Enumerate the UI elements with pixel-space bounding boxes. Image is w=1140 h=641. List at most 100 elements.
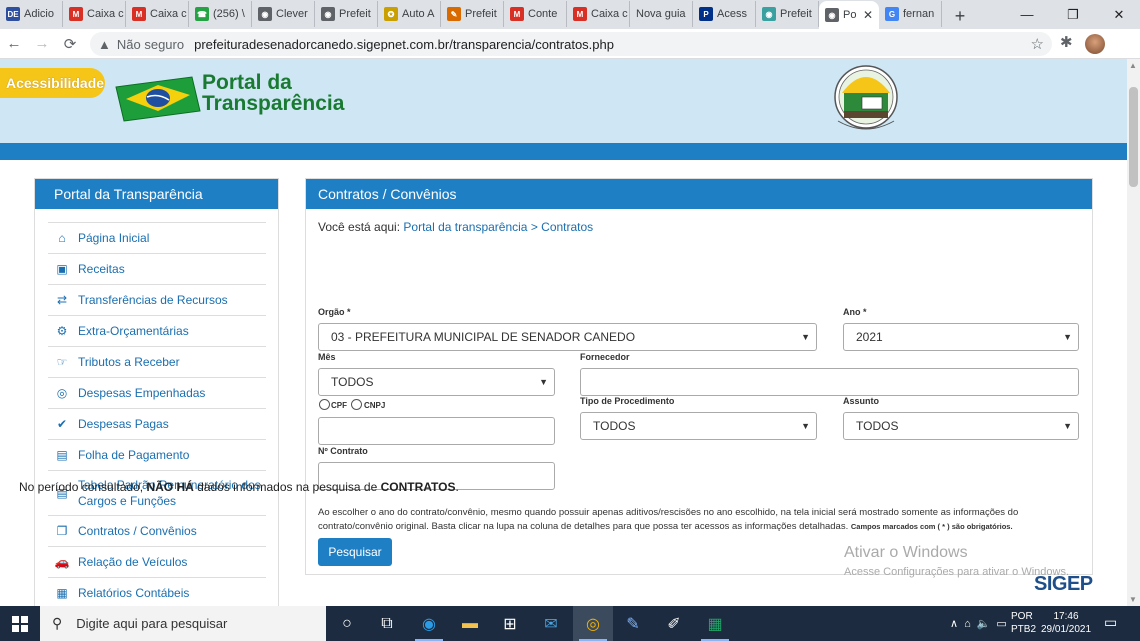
chevron-up-icon[interactable]: ∧: [950, 617, 958, 630]
excel-icon[interactable]: ▦: [695, 606, 735, 641]
tipo-procedimento-select[interactable]: TODOS ▼: [580, 412, 817, 440]
language-indicator[interactable]: POR PTB2: [1011, 610, 1036, 636]
new-tab-button[interactable]: +: [946, 3, 974, 29]
windows-taskbar: ⚲ Digite aqui para pesquisar ○ ⧉ ◉ ▬ ⊞ ✉…: [0, 606, 1140, 641]
edge-icon[interactable]: ◉: [409, 606, 449, 641]
task-view-icon[interactable]: ⧉: [367, 606, 407, 641]
omnibox[interactable]: ▲ Não seguro prefeituradesenadorcanedo.s…: [90, 32, 1052, 56]
sidebar-item-label: Despesas Pagas: [78, 417, 169, 431]
ano-select[interactable]: 2021 ▼: [843, 323, 1079, 351]
sidebar-item[interactable]: ⌂ Página Inicial: [48, 222, 266, 253]
notifications-icon[interactable]: ▭: [1104, 614, 1117, 631]
cnpj-label: CNPJ: [364, 401, 386, 410]
sidebar-item[interactable]: ⇄ Transferências de Recursos: [48, 284, 266, 315]
browser-tab[interactable]: M Conte: [504, 1, 567, 27]
cortana-icon[interactable]: ○: [327, 606, 367, 641]
sidebar-title: Portal da Transparência: [35, 179, 278, 209]
warning-icon[interactable]: ▲: [98, 37, 111, 52]
browser-tab-label: Auto A: [402, 8, 435, 20]
hand-icon: ☞: [56, 355, 68, 369]
sidebar-item[interactable]: ◎ Despesas Empenhadas: [48, 377, 266, 408]
battery-icon[interactable]: ▭: [996, 617, 1006, 630]
result-message: No período consultado, NÃO HÁ dados info…: [19, 480, 459, 494]
sidebar-item[interactable]: 🚗 Relação de Veículos: [48, 546, 266, 577]
cpf-label: CPF: [331, 401, 347, 410]
sidebar-item[interactable]: ⚙ Extra-Orçamentárias: [48, 315, 266, 346]
reload-icon[interactable]: ⟳: [56, 35, 84, 53]
sidebar-item[interactable]: ❐ Contratos / Convênios: [48, 515, 266, 546]
sidebar-item[interactable]: ▦ Relatórios Contábeis: [48, 577, 266, 606]
browser-tab-label: fernan: [903, 8, 935, 20]
back-icon[interactable]: ←: [0, 35, 28, 52]
orgao-select[interactable]: 03 - PREFEITURA MUNICIPAL DE SENADOR CAN…: [318, 323, 817, 351]
bookmark-star-icon[interactable]: ☆: [1031, 35, 1044, 53]
fornecedor-input[interactable]: [580, 368, 1079, 396]
browser-tab[interactable]: M Caixa c: [126, 1, 189, 27]
browser-tab[interactable]: P Acess: [693, 1, 756, 27]
accessibility-button[interactable]: Acessibilidade: [0, 68, 105, 98]
home-icon: ⌂: [58, 231, 66, 245]
cnpj-radio[interactable]: [351, 399, 362, 410]
profile-avatar[interactable]: [1085, 34, 1105, 54]
network-icon[interactable]: ⌂: [964, 618, 971, 630]
store-icon[interactable]: ⊞: [490, 606, 530, 641]
browser-tab-label: Acess: [717, 8, 747, 20]
browser-tab[interactable]: ☎ (256) \: [189, 1, 252, 27]
volume-icon[interactable]: 🔈: [977, 617, 991, 630]
orgao-select-value: 03 - PREFEITURA MUNICIPAL DE SENADOR CAN…: [331, 330, 636, 344]
browser-tab[interactable]: ◉ Prefeit: [315, 1, 378, 27]
vertical-scrollbar[interactable]: ▲ ▼: [1127, 59, 1140, 606]
breadcrumb: Você está aqui: Portal da transparência …: [318, 220, 593, 234]
sidebar-item-label: Relatórios Contábeis: [78, 586, 190, 600]
minimize-button[interactable]: —: [1004, 0, 1050, 29]
browser-tab[interactable]: M Caixa c: [567, 1, 630, 27]
browser-tab[interactable]: ✎ Prefeit: [441, 1, 504, 27]
clock[interactable]: 17:46 29/01/2021: [1041, 610, 1091, 636]
browser-tab[interactable]: ✪ Auto A: [378, 1, 441, 27]
maximize-button[interactable]: ❐: [1050, 0, 1096, 29]
scroll-down-icon[interactable]: ▼: [1129, 595, 1137, 604]
browser-tab[interactable]: ◉ Po ✕: [819, 1, 879, 29]
sidebar-item-label: Despesas Empenhadas: [78, 386, 206, 400]
notepad-icon[interactable]: ✎: [613, 606, 653, 641]
required-fields-note: Campos marcados com ( * ) são obrigatóri…: [850, 522, 1013, 531]
insecure-label[interactable]: Não seguro: [117, 37, 184, 52]
chevron-down-icon: ▼: [1063, 421, 1072, 431]
gear-icon: ⚙: [56, 324, 68, 338]
start-button[interactable]: [0, 606, 40, 641]
search-button[interactable]: Pesquisar: [318, 538, 392, 566]
paint-icon[interactable]: ✐: [654, 606, 694, 641]
scroll-up-icon[interactable]: ▲: [1129, 61, 1137, 70]
mail-icon[interactable]: ✉: [531, 606, 571, 641]
breadcrumb-link[interactable]: Portal da transparência > Contratos: [403, 220, 593, 234]
browser-tab[interactable]: ◉ Prefeit: [756, 1, 819, 27]
main-panel: Contratos / Convênios Você está aqui: Po…: [305, 178, 1093, 575]
browser-tab[interactable]: Gfernan: [879, 1, 942, 27]
file-explorer-icon[interactable]: ▬: [450, 606, 490, 641]
sidebar-item[interactable]: ▤ Folha de Pagamento: [48, 439, 266, 470]
paypal-icon: P: [699, 7, 713, 21]
tipo-procedimento-value: TODOS: [593, 419, 636, 433]
url-text[interactable]: prefeituradesenadorcanedo.sigepnet.com.b…: [194, 37, 614, 52]
forward-icon[interactable]: →: [28, 35, 56, 52]
browser-tab[interactable]: DE Adicio: [0, 1, 63, 27]
browser-tab[interactable]: Nova guia: [630, 1, 693, 27]
extensions-icon[interactable]: ✱: [1060, 33, 1073, 51]
browser-tab[interactable]: ◉ Clever: [252, 1, 315, 27]
taskbar-search[interactable]: ⚲ Digite aqui para pesquisar: [40, 606, 326, 641]
scrollbar-thumb[interactable]: [1129, 87, 1138, 187]
keyboard-layout: PTB2: [1011, 624, 1037, 635]
assunto-select[interactable]: TODOS ▼: [843, 412, 1079, 440]
close-tab-icon[interactable]: ✕: [863, 8, 873, 22]
close-window-button[interactable]: ✕: [1096, 0, 1140, 29]
chrome-icon[interactable]: ◎: [573, 606, 613, 641]
sidebar-item[interactable]: ✔ Despesas Pagas: [48, 408, 266, 439]
assunto-label: Assunto: [843, 396, 879, 406]
browser-tab-label: Po: [843, 9, 857, 21]
browser-tab[interactable]: M Caixa c: [63, 1, 126, 27]
cpf-radio[interactable]: [319, 399, 330, 410]
sidebar-item[interactable]: ☞ Tributos a Receber: [48, 346, 266, 377]
cpf-cnpj-input[interactable]: [318, 417, 555, 445]
mes-select[interactable]: TODOS ▼: [318, 368, 555, 396]
sidebar-item[interactable]: ▣ Receitas: [48, 253, 266, 284]
